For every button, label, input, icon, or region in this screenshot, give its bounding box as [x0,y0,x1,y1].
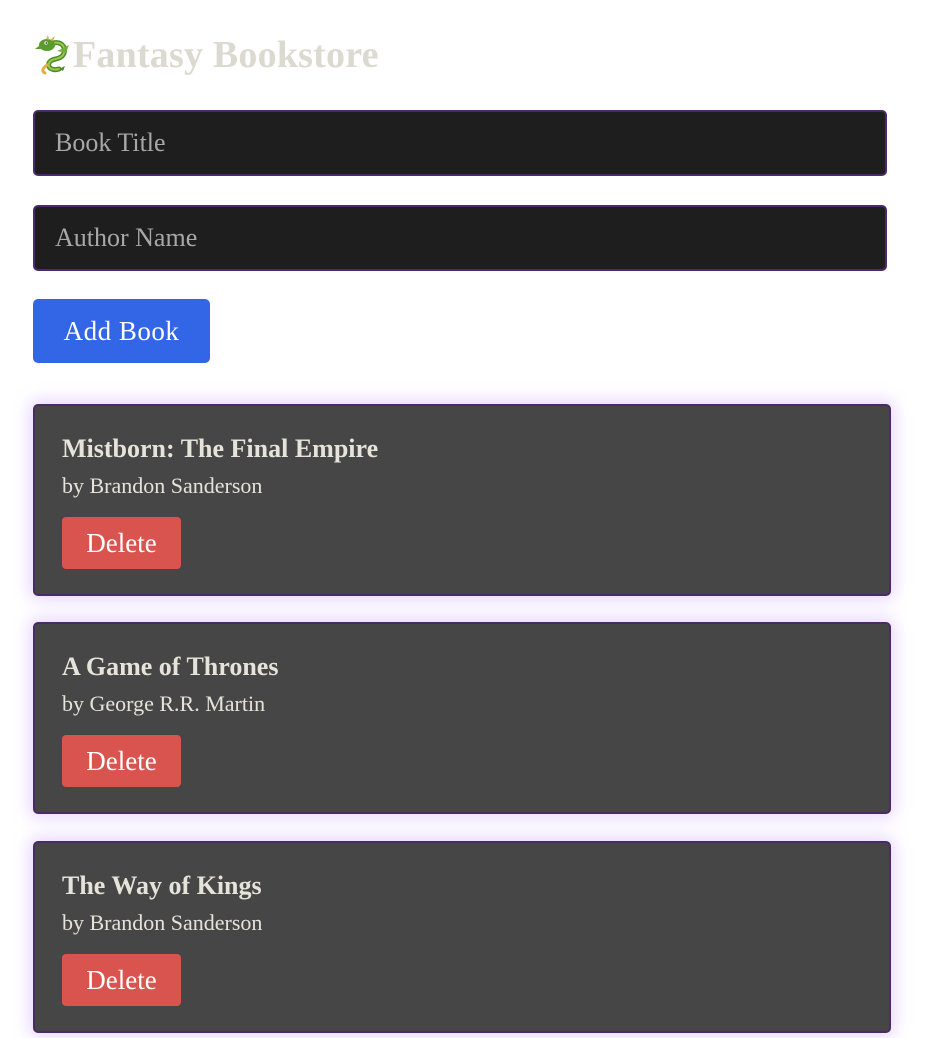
author-name-input[interactable] [33,205,887,271]
add-book-button[interactable]: Add Book [33,299,210,363]
book-author: by Brandon Sanderson [62,910,263,935]
delete-book-button[interactable]: Delete [62,735,181,787]
delete-book-button[interactable]: Delete [62,517,181,569]
delete-book-button[interactable]: Delete [62,954,181,1006]
book-card: Mistborn: The Final Empire by Brandon Sa… [33,404,891,596]
book-card: A Game of Thrones by George R.R. Martin … [33,622,891,814]
book-author: by Brandon Sanderson [62,473,263,498]
book-author: by George R.R. Martin [62,691,266,716]
page-header: Fantasy Bookstore [33,30,379,80]
page-title: Fantasy Bookstore [73,34,379,76]
dragon-icon [33,35,73,75]
book-title: A Game of Thrones [62,652,279,681]
book-title: The Way of Kings [62,871,262,900]
book-card: The Way of Kings by Brandon Sanderson De… [33,841,891,1033]
book-title: Mistborn: The Final Empire [62,434,379,463]
book-title-input[interactable] [33,110,887,176]
